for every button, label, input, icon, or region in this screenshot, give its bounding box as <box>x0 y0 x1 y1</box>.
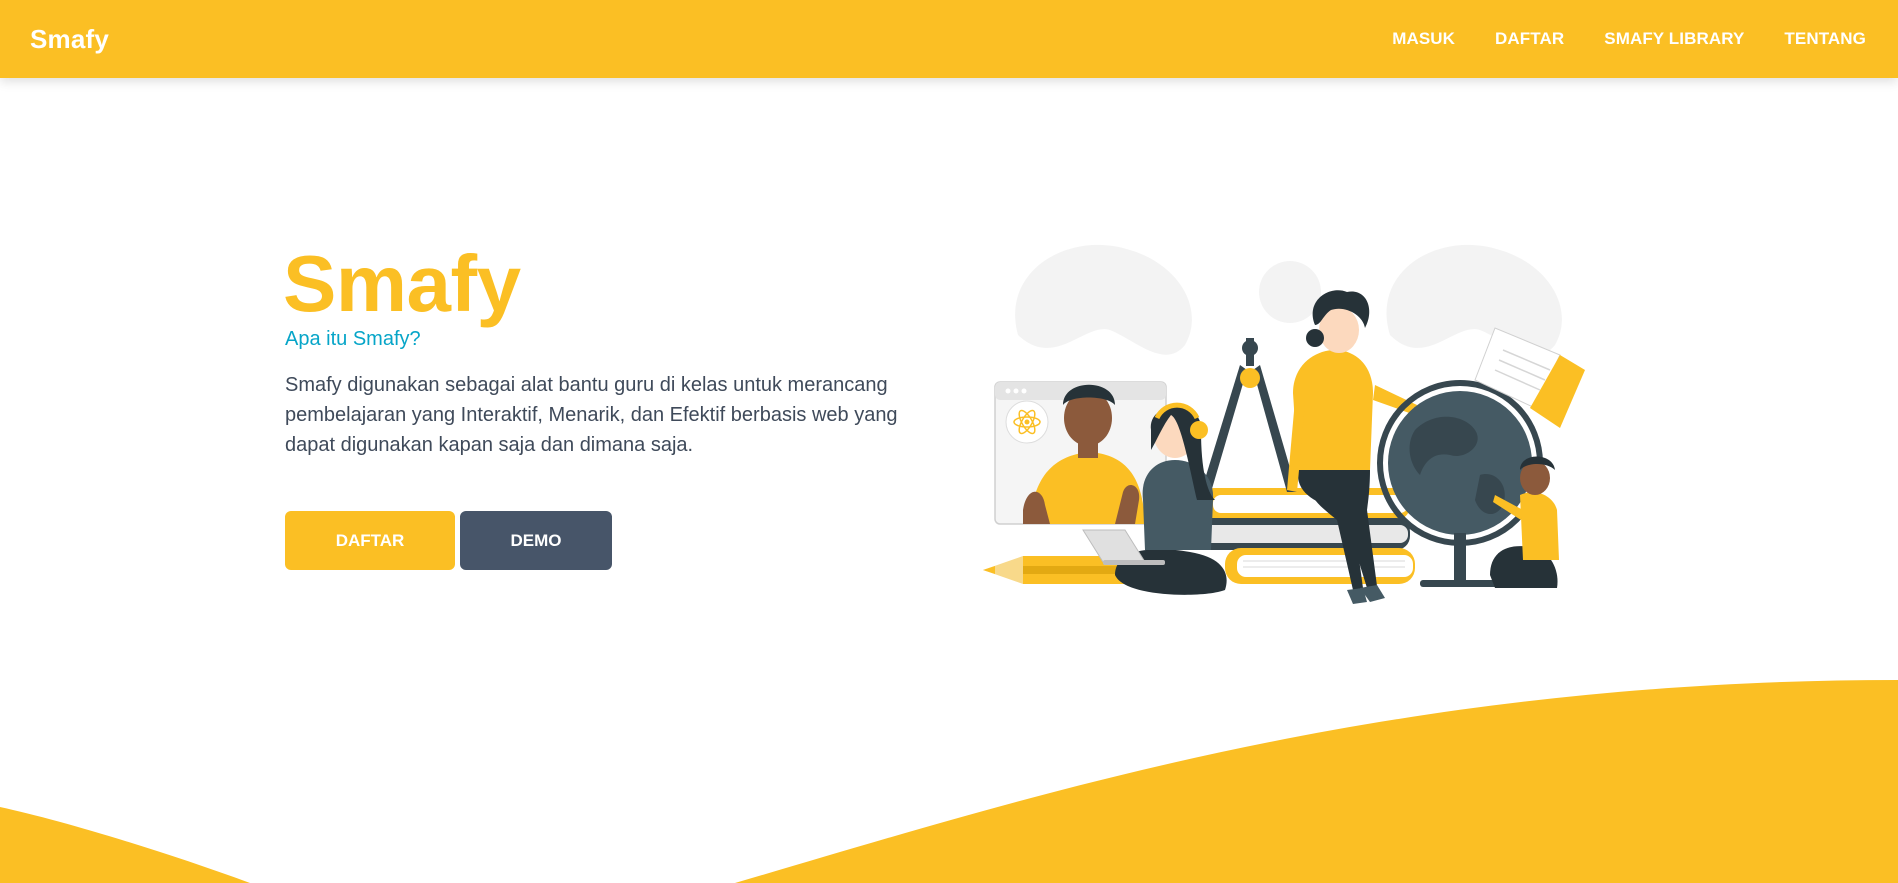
classroom-learning-illustration <box>983 244 1585 604</box>
nav-link-masuk[interactable]: MASUK <box>1392 29 1455 49</box>
hero-title: Smafy <box>283 239 521 328</box>
decorative-wave <box>0 680 1898 883</box>
brand-logo[interactable]: Smafy <box>30 24 109 55</box>
hero-subtitle: Apa itu Smafy? <box>285 328 421 350</box>
nav-link-tentang[interactable]: TENTANG <box>1784 29 1866 49</box>
nav-link-smafy-library[interactable]: SMAFY LIBRARY <box>1604 29 1744 49</box>
demo-button[interactable]: DEMO <box>460 511 612 570</box>
atom-icon <box>1005 400 1049 444</box>
nav-link-daftar[interactable]: DAFTAR <box>1495 29 1564 49</box>
drafting-compass <box>1201 338 1297 492</box>
navbar: Smafy MASUK DAFTAR SMAFY LIBRARY TENTANG <box>0 0 1898 78</box>
daftar-button[interactable]: DAFTAR <box>285 511 455 570</box>
background-blobs <box>1015 244 1562 355</box>
nav-links: MASUK DAFTAR SMAFY LIBRARY TENTANG <box>1392 29 1868 49</box>
hero-description: Smafy digunakan sebagai alat bantu guru … <box>285 374 898 456</box>
